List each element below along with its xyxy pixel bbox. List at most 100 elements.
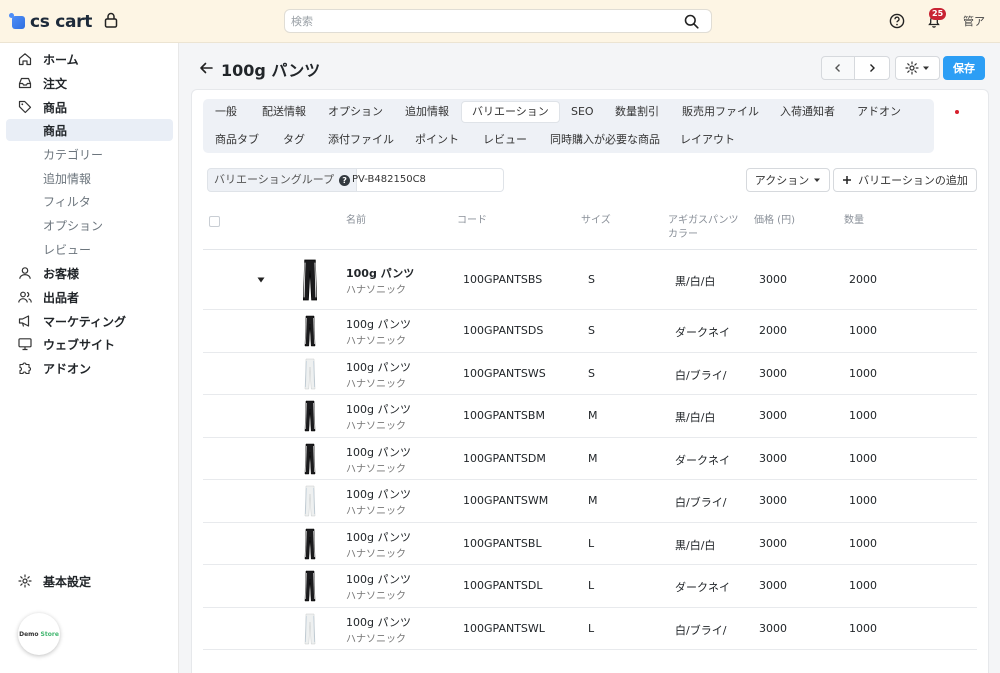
actions-dropdown-button[interactable]: アクション — [746, 168, 830, 192]
product-thumbnail[interactable] — [304, 528, 316, 560]
product-name[interactable]: 100g パンツ — [346, 359, 411, 375]
product-quantity: 1000 — [849, 451, 877, 465]
product-name[interactable]: 100g パンツ — [346, 401, 411, 417]
sidebar-item-label: フィルタ — [43, 194, 91, 209]
sidebar-subitem-products[interactable]: 商品 — [6, 119, 173, 141]
sidebar-item-vendors[interactable]: 出品者 — [0, 286, 179, 308]
product-thumbnail[interactable] — [304, 443, 316, 475]
tab-options[interactable]: オプション — [328, 101, 383, 123]
sidebar-item-settings[interactable]: 基本設定 — [0, 570, 179, 592]
product-name[interactable]: 100g パンツ — [346, 614, 411, 630]
product-name[interactable]: 100g パンツ — [346, 529, 411, 545]
column-header-color[interactable]: アギガスパンツ カラー — [668, 214, 739, 242]
tab-tags[interactable]: タグ — [283, 129, 305, 151]
users-icon — [18, 291, 32, 303]
select-all-checkbox[interactable] — [209, 216, 220, 227]
column-header-code[interactable]: コード — [457, 214, 487, 228]
product-name[interactable]: 100g パンツ — [346, 486, 411, 502]
table-row[interactable]: 100g パンツ ハナソニック 100GPANTSDL L ダークネイ 3000 1000 — [203, 565, 977, 608]
arrow-left-icon[interactable] — [199, 61, 213, 75]
product-size: S — [588, 324, 595, 338]
tab-product-tabs[interactable]: 商品タブ — [215, 129, 259, 151]
tab-subscribers[interactable]: 入荷通知者 — [780, 101, 835, 123]
table-row[interactable]: 100g パンツ ハナソニック 100GPANTSBL L 黒/白/白 3000 1000 — [203, 523, 977, 565]
previous-product-button[interactable] — [821, 56, 855, 80]
tab-files[interactable]: 販売用ファイル — [682, 101, 759, 123]
sidebar-subitem-features[interactable]: 追加情報 — [0, 167, 179, 189]
table-row[interactable]: 100g パンツ ハナソニック 100GPANTSWS S 白/ブライ/3000 1000 — [203, 353, 977, 395]
table-row[interactable]: 100g パンツ ハナソニック 100GPANTSBS S 黒/白/白 3000 2000 — [203, 250, 977, 310]
product-quantity: 1000 — [849, 366, 877, 380]
sidebar-item-home[interactable]: ホーム — [0, 48, 179, 70]
tab-qty-discounts[interactable]: 数量割引 — [615, 101, 659, 123]
product-color: 白/ブライ/ — [675, 623, 727, 637]
sidebar-subitem-options[interactable]: オプション — [0, 214, 179, 236]
variation-group-code[interactable]: PV-B482150C8 — [346, 168, 504, 192]
tab-variations[interactable]: バリエーション — [461, 101, 560, 123]
add-variation-button[interactable]: バリエーションの追加 — [833, 168, 977, 192]
search-input[interactable] — [285, 10, 665, 32]
table-row[interactable]: 100g パンツ ハナソニック 100GPANTSDM M ダークネイ 3000 1000 — [203, 438, 977, 480]
product-thumbnail[interactable] — [304, 485, 316, 517]
tab-addons[interactable]: アドオン — [857, 101, 901, 123]
japan-flag-icon[interactable] — [952, 107, 962, 117]
product-name[interactable]: 100g パンツ — [346, 265, 414, 281]
next-product-button[interactable] — [855, 56, 890, 80]
product-thumbnail[interactable] — [304, 358, 316, 390]
product-thumbnail[interactable] — [304, 400, 316, 432]
gear-icon — [905, 61, 919, 75]
product-name[interactable]: 100g パンツ — [346, 571, 411, 587]
table-row[interactable]: 100g パンツ ハナソニック 100GPANTSWM M 白/ブライ/3000 1000 — [203, 480, 977, 523]
search-icon[interactable] — [684, 14, 699, 29]
product-price: 3000 — [759, 409, 787, 423]
demo-store-badge[interactable]: Demo Store — [18, 613, 60, 655]
caret-down-icon — [923, 66, 929, 70]
table-row[interactable]: 100g パンツ ハナソニック 100GPANTSDS S ダークネイ 2000 1000 — [203, 310, 977, 353]
product-price: 3000 — [759, 579, 787, 593]
product-thumbnail[interactable] — [304, 570, 316, 602]
page-title: 100g パンツ — [221, 61, 321, 80]
sidebar-subitem-filters[interactable]: フィルタ — [0, 190, 179, 212]
add-variation-label: バリエーションの追加 — [858, 174, 968, 187]
product-name[interactable]: 100g パンツ — [346, 316, 411, 332]
product-thumbnail[interactable] — [304, 315, 316, 347]
sidebar-item-marketing[interactable]: マーケティング — [0, 310, 179, 332]
tab-features[interactable]: 追加情報 — [405, 101, 449, 123]
column-header-name[interactable]: 名前 — [346, 214, 366, 228]
sidebar-item-website[interactable]: ウェブサイト — [0, 333, 179, 355]
sidebar-subitem-categories[interactable]: カテゴリー — [0, 143, 179, 165]
tab-attachments[interactable]: 添付ファイル — [328, 129, 394, 151]
column-header-price[interactable]: 価格 (円) — [754, 214, 795, 228]
user-menu[interactable]: 管ア — [963, 13, 985, 29]
tab-shipping[interactable]: 配送情報 — [262, 101, 306, 123]
tab-required-products[interactable]: 同時購入が必要な商品 — [550, 129, 660, 151]
product-color: 黒/白/白 — [675, 411, 716, 425]
sidebar-item-products[interactable]: 商品 — [0, 96, 179, 118]
actions-label: アクション — [754, 174, 810, 187]
settings-dropdown-button[interactable] — [895, 56, 940, 80]
table-row[interactable]: 100g パンツ ハナソニック 100GPANTSBM M 黒/白/白 3000 1000 — [203, 395, 977, 438]
product-name[interactable]: 100g パンツ — [346, 444, 411, 460]
table-row[interactable]: 100g パンツ ハナソニック 100GPANTSWL L 白/ブライ/3000 1000 — [203, 608, 977, 650]
save-button[interactable]: 保存 — [943, 56, 985, 80]
caret-down-icon[interactable] — [257, 277, 265, 283]
column-header-quantity[interactable]: 数量 — [844, 214, 864, 228]
notification-badge: 25 — [929, 8, 947, 20]
tab-points[interactable]: ポイント — [415, 129, 459, 151]
tab-seo[interactable]: SEO — [571, 101, 594, 123]
sidebar-subitem-reviews[interactable]: レビュー — [0, 238, 179, 260]
tab-layout[interactable]: レイアウト — [680, 129, 735, 151]
product-color: ダークネイ — [675, 581, 730, 595]
product-color: 白/ブライ/ — [675, 496, 727, 510]
sidebar-item-addons[interactable]: アドオン — [0, 357, 179, 379]
column-header-size[interactable]: サイズ — [581, 214, 611, 228]
sidebar-item-orders[interactable]: 注文 — [0, 72, 179, 94]
help-icon[interactable] — [889, 13, 905, 29]
tab-reviews[interactable]: レビュー — [483, 129, 527, 151]
sidebar-item-customers[interactable]: お客様 — [0, 262, 179, 284]
product-thumbnail[interactable] — [304, 613, 316, 645]
tab-general[interactable]: 一般 — [215, 101, 237, 123]
product-thumbnail[interactable] — [302, 258, 318, 302]
lock-icon[interactable] — [104, 12, 118, 28]
logo[interactable]: cs cart — [9, 12, 92, 32]
